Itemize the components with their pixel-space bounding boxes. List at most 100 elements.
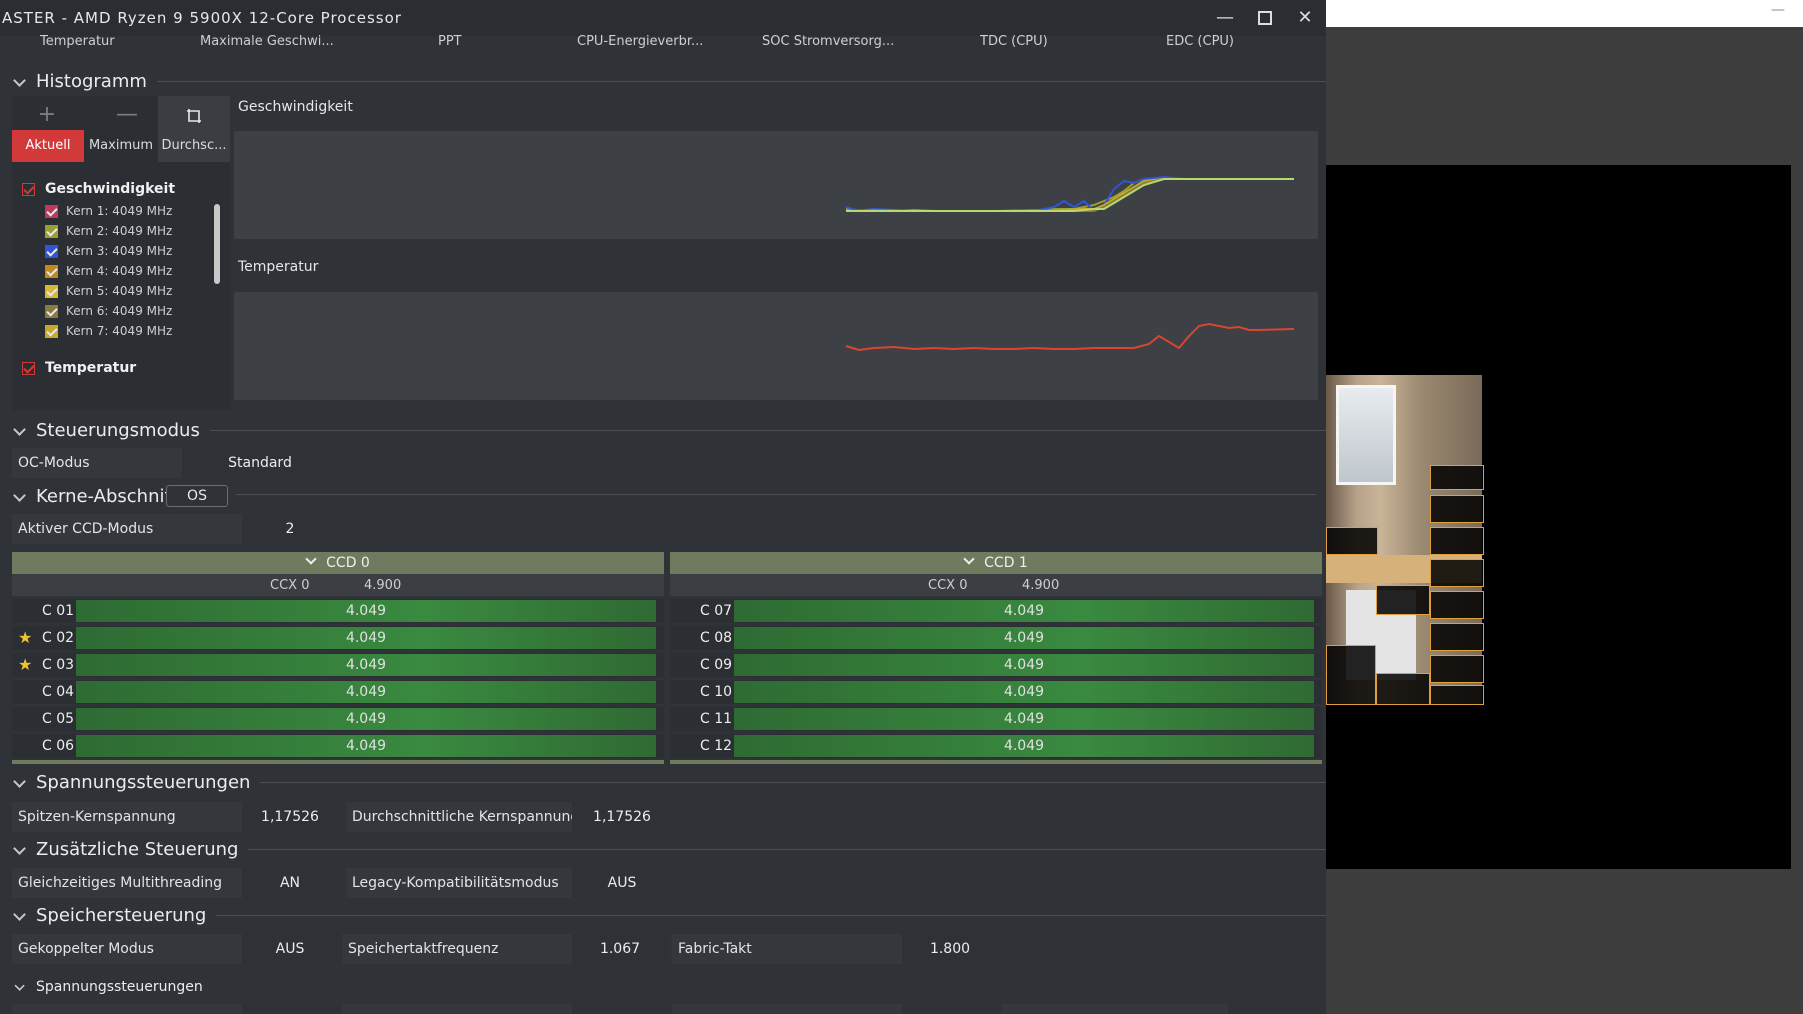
core-legend-item[interactable]: Kern 4: 4049 MHz	[45, 264, 172, 278]
maximize-button[interactable]	[1250, 5, 1280, 31]
column-header[interactable]: SOC Stromversorg...	[762, 34, 894, 49]
core-row[interactable]: C 01 4.049	[12, 599, 664, 623]
cores-divider	[236, 494, 1316, 495]
speed-chart-svg	[845, 175, 1294, 213]
average-button[interactable]: Durchsc...	[158, 130, 230, 162]
core-row[interactable]: C 07 4.049	[670, 599, 1322, 623]
smt-field[interactable]: Gleichzeitiges Multithreading AN	[12, 868, 338, 898]
core-row[interactable]: C 11 4.049	[670, 707, 1322, 731]
core-row[interactable]: C 09 4.049	[670, 653, 1322, 677]
chevron-down-icon[interactable]	[964, 555, 974, 565]
group-temperature[interactable]: Temperatur	[22, 360, 136, 376]
minimize-button[interactable]: —	[1210, 5, 1240, 31]
section-control-mode-header[interactable]: Steuerungsmodus	[12, 420, 1326, 441]
current-button[interactable]: Aktuell	[12, 130, 84, 162]
avg-voltage-field[interactable]: Durchschnittliche Kernspannung 1,17526	[346, 802, 672, 832]
core-row[interactable]: C 04 4.049	[12, 680, 664, 704]
series-line	[845, 178, 1294, 213]
core-row[interactable]: C 10 4.049	[670, 680, 1322, 704]
core-row[interactable]: ★ C 03 4.049	[12, 653, 664, 677]
voltage2-field[interactable]	[672, 1004, 998, 1014]
ccd-header[interactable]: CCD 0	[12, 552, 664, 574]
scrollbar[interactable]	[214, 204, 220, 284]
chevron-down-icon[interactable]	[12, 775, 28, 791]
checkbox-speed[interactable]	[22, 182, 35, 196]
section-cores-header[interactable]: Kerne-Abschnitt	[12, 486, 179, 507]
chevron-down-icon[interactable]	[12, 423, 28, 439]
legacy-value[interactable]: AUS	[572, 868, 672, 898]
section-extra-header[interactable]: Zusätzliche Steuerung	[12, 839, 1326, 860]
core-name: C 12	[700, 738, 733, 754]
column-header[interactable]: EDC (CPU)	[1166, 34, 1234, 49]
column-header[interactable]: Maximale Geschwi...	[200, 34, 334, 49]
zoom-out-button[interactable]: —	[92, 102, 162, 130]
core-checkbox[interactable]	[45, 325, 58, 338]
core-checkbox[interactable]	[45, 305, 58, 318]
coupled-mode-value[interactable]: AUS	[242, 934, 338, 964]
core-speed-value: 4.049	[345, 738, 387, 754]
core-legend-item[interactable]: Kern 3: 4049 MHz	[45, 244, 172, 258]
zoom-in-button[interactable]: +	[12, 102, 82, 130]
column-header[interactable]: CPU-Energieverbr...	[577, 34, 703, 49]
column-header[interactable]: TDC (CPU)	[980, 34, 1048, 49]
title-bar[interactable]: ASTER - AMD Ryzen 9 5900X 12-Core Proces…	[0, 0, 1326, 36]
core-checkbox[interactable]	[45, 285, 58, 298]
core-row[interactable]: C 08 4.049	[670, 626, 1322, 650]
voltage2-field[interactable]	[12, 1004, 338, 1014]
chevron-down-icon[interactable]	[12, 842, 28, 858]
core-row[interactable]: C 06 4.049	[12, 734, 664, 758]
chevron-down-icon[interactable]	[12, 908, 28, 924]
memclk-field[interactable]: Speichertaktfrequenz 1.067	[342, 934, 668, 964]
detection-box	[1430, 685, 1484, 705]
background-desktop: —	[1326, 0, 1803, 1014]
core-legend-item[interactable]: Kern 1: 4049 MHz	[45, 204, 172, 218]
section-voltage-header[interactable]: Spannungssteuerungen	[12, 772, 1326, 793]
core-legend-item[interactable]: Kern 6: 4049 MHz	[45, 304, 172, 318]
smt-value[interactable]: AN	[242, 868, 338, 898]
chevron-down-icon[interactable]	[12, 74, 28, 90]
ccd-header[interactable]: CCD 1	[670, 552, 1322, 574]
legacy-field[interactable]: Legacy-Kompatibilitätsmodus AUS	[346, 868, 672, 898]
core-row[interactable]: ★ C 02 4.049	[12, 626, 664, 650]
section-title: Spannungssteuerungen	[36, 772, 251, 793]
close-button[interactable]: ✕	[1290, 5, 1320, 31]
os-button[interactable]: OS	[166, 485, 228, 507]
column-header[interactable]: PPT	[438, 34, 462, 49]
ccd-mode-field[interactable]: Aktiver CCD-Modus 2	[12, 514, 338, 544]
core-legend-item[interactable]: Kern 2: 4049 MHz	[45, 224, 172, 238]
chevron-down-icon[interactable]	[12, 489, 28, 505]
coupled-mode-field[interactable]: Gekoppelter Modus AUS	[12, 934, 338, 964]
maximum-button[interactable]: Maximum	[88, 130, 154, 162]
detection-box	[1376, 673, 1430, 705]
chevron-down-icon[interactable]	[14, 981, 27, 994]
section-voltage2-header[interactable]: Spannungssteuerungen	[12, 979, 203, 995]
peak-voltage-field[interactable]: Spitzen-Kernspannung 1,17526	[12, 802, 338, 832]
chevron-down-icon[interactable]	[306, 555, 316, 565]
core-checkbox[interactable]	[45, 205, 58, 218]
voltage2-field[interactable]	[1002, 1004, 1318, 1014]
background-image-viewer	[1326, 165, 1791, 869]
section-memory-header[interactable]: Speichersteuerung	[12, 905, 1326, 926]
core-name: C 05	[42, 711, 75, 727]
section-histogram-header[interactable]: Histogramm	[12, 71, 1326, 92]
voltage2-field[interactable]	[342, 1004, 668, 1014]
core-row[interactable]: C 12 4.049	[670, 734, 1322, 758]
oc-mode-value[interactable]: Standard	[182, 448, 338, 478]
section-title: Zusätzliche Steuerung	[36, 839, 239, 860]
column-header[interactable]: Temperatur	[40, 34, 115, 49]
series-line	[845, 175, 1294, 213]
core-row[interactable]: C 05 4.049	[12, 707, 664, 731]
core-checkbox[interactable]	[45, 245, 58, 258]
ccd-mode-value[interactable]: 2	[242, 514, 338, 544]
oc-mode-field[interactable]: OC-Modus Standard	[12, 448, 338, 478]
checkbox-temperature[interactable]	[22, 361, 35, 375]
core-checkbox[interactable]	[45, 265, 58, 278]
core-checkbox[interactable]	[45, 225, 58, 238]
background-minimize-icon[interactable]: —	[1771, 2, 1785, 18]
ccd-0-table: CCD 0 CCX 0 4.900 C 01 4.049 ★ C 02 4.049 ★ C 03 4…	[12, 552, 664, 764]
reset-zoom-button[interactable]	[159, 102, 229, 130]
fabric-field[interactable]: Fabric-Takt 1.800	[672, 934, 998, 964]
group-speed[interactable]: Geschwindigkeit	[22, 181, 175, 197]
core-legend-item[interactable]: Kern 7: 4049 MHz	[45, 324, 172, 338]
core-legend-item[interactable]: Kern 5: 4049 MHz	[45, 284, 172, 298]
